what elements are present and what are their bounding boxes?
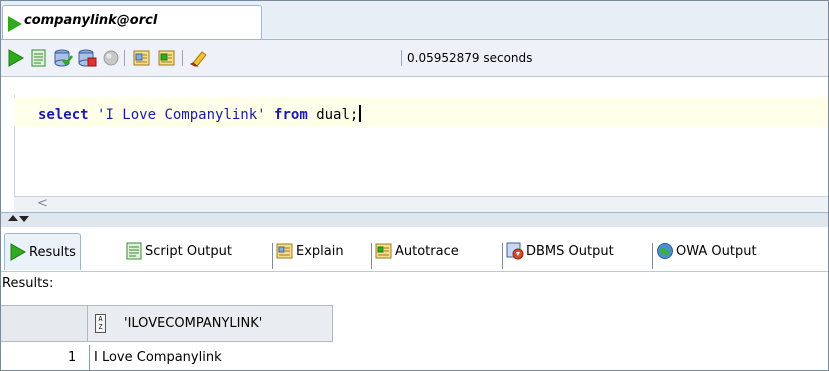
tab-script-output[interactable]: Script Output <box>125 233 232 269</box>
cancel-icon[interactable] <box>101 49 121 67</box>
row-number: 1 <box>68 350 77 365</box>
rollback-icon[interactable] <box>77 49 97 67</box>
keyword-from: from <box>274 107 308 123</box>
connection-tab-label: companylink@orcl <box>24 13 158 28</box>
grid-cell-border <box>89 345 90 371</box>
toolbar-separator <box>401 50 402 66</box>
tab-autotrace-label: Autotrace <box>395 243 459 259</box>
text-caret <box>359 105 362 122</box>
tab-autotrace[interactable]: Autotrace <box>375 233 459 269</box>
tab-dbms-output[interactable]: DBMS Output <box>506 233 614 269</box>
expand-down-arrow-icon[interactable] <box>19 216 29 222</box>
tab-dbms-output-label: DBMS Output <box>526 243 614 259</box>
execution-time: 0.05952879 seconds <box>407 51 533 65</box>
tab-explain[interactable]: Explain <box>276 233 344 269</box>
sql-history-icon[interactable] <box>132 49 152 67</box>
tab-separator <box>502 243 503 269</box>
tab-owa-output[interactable]: OWA Output <box>656 233 757 269</box>
toolbar-separator <box>182 50 183 66</box>
table-name: dual; <box>316 107 359 123</box>
tab-separator <box>652 243 653 269</box>
tab-owa-output-label: OWA Output <box>676 243 757 259</box>
results-label: Results: <box>2 276 54 291</box>
editor-horizontal-scrollbar[interactable] <box>14 196 829 213</box>
tab-script-output-label: Script Output <box>145 243 232 259</box>
autotrace-icon <box>375 243 392 259</box>
scroll-left-arrow[interactable]: < <box>37 196 48 211</box>
script-output-icon <box>126 242 142 260</box>
sql-statement[interactable]: select 'I Love Companylink' from dual; <box>38 105 362 123</box>
toolbar-separator <box>124 50 125 66</box>
dbms-output-icon <box>506 242 524 260</box>
split-pane-divider[interactable] <box>1 212 828 228</box>
clear-icon[interactable] <box>189 49 209 67</box>
play-icon <box>10 243 27 261</box>
connection-tab-play-icon <box>8 16 22 32</box>
commit-icon[interactable] <box>53 49 73 67</box>
tab-results[interactable]: Results <box>4 233 81 270</box>
run-script-icon[interactable] <box>29 49 49 67</box>
explain-plan-icon[interactable] <box>157 49 177 67</box>
explain-icon <box>276 243 293 259</box>
string-literal: 'I Love Companylink' <box>97 107 266 123</box>
tab-separator <box>371 243 372 269</box>
table-cell[interactable]: I Love Companylink <box>94 350 222 365</box>
owa-output-icon <box>657 243 673 259</box>
tab-explain-label: Explain <box>296 243 344 259</box>
expand-up-arrow-icon[interactable] <box>8 215 18 221</box>
column-type-icon: AZ <box>95 314 106 333</box>
run-statement-icon[interactable] <box>6 49 26 67</box>
keyword-select: select <box>38 107 89 123</box>
tab-results-label: Results <box>29 244 76 260</box>
column-header-label: 'ILOVECOMPANYLINK' <box>124 316 263 331</box>
tab-separator <box>272 243 273 269</box>
